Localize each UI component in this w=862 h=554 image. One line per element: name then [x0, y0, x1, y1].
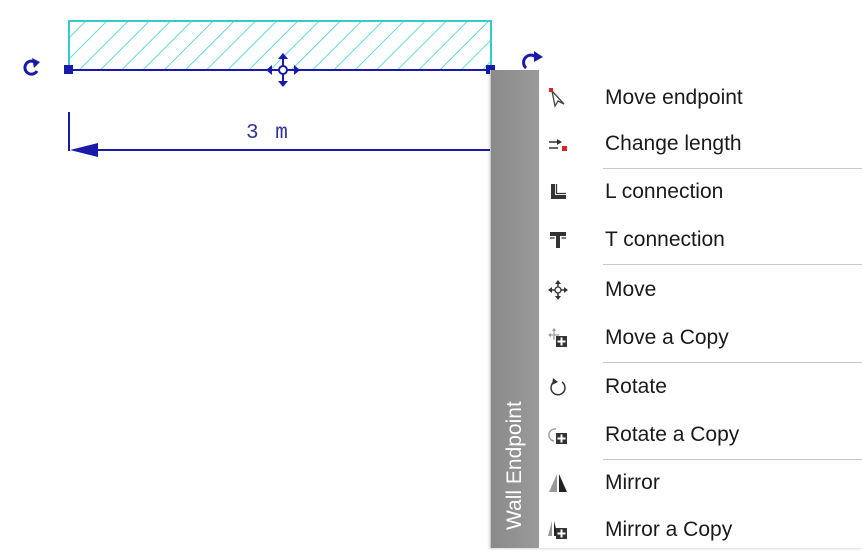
move-endpoint-icon — [548, 88, 568, 108]
menu-item-move-a-copy[interactable]: Move a Copy — [539, 314, 862, 362]
menu-item-mirror-a-copy[interactable]: Mirror a Copy — [539, 506, 862, 554]
dimension-label: 3 m — [246, 122, 290, 145]
menu-item-label: Rotate — [605, 375, 667, 398]
wall-endpoint-context-menu: Wall Endpoint Move endpoint Change lengt… — [490, 70, 862, 548]
menu-item-label: Rotate a Copy — [605, 423, 740, 446]
rotate-grip-left-icon[interactable] — [23, 58, 40, 76]
rotate-icon — [548, 377, 568, 397]
menu-item-label: Move a Copy — [605, 326, 729, 349]
menu-item-label: L connection — [605, 180, 724, 203]
menu-item-label: Mirror a Copy — [605, 518, 733, 541]
menu-item-rotate[interactable]: Rotate — [539, 363, 862, 411]
move-icon — [548, 280, 568, 300]
menu-item-label: Mirror — [605, 471, 660, 494]
menu-item-label: Change length — [605, 132, 742, 155]
menu-item-rotate-a-copy[interactable]: Rotate a Copy — [539, 411, 862, 459]
menu-item-mirror[interactable]: Mirror — [539, 459, 862, 507]
left-endpoint-grip[interactable] — [64, 65, 73, 74]
move-copy-icon — [548, 328, 568, 348]
t-connection-icon — [548, 230, 568, 250]
rotate-grip-right-icon[interactable] — [522, 51, 543, 70]
menu-item-t-connection[interactable]: T connection — [539, 216, 862, 264]
menu-item-label: Move — [605, 278, 657, 301]
selected-wall[interactable] — [68, 20, 492, 71]
menu-item-move-endpoint[interactable]: Move endpoint — [539, 74, 862, 122]
mirror-icon — [548, 473, 568, 493]
menu-item-l-connection[interactable]: L connection — [539, 168, 862, 216]
l-connection-icon — [548, 182, 568, 202]
menu-item-move[interactable]: Move — [539, 266, 862, 314]
menu-title: Wall Endpoint — [503, 401, 526, 530]
menu-separator — [603, 264, 862, 265]
menu-item-label: Move endpoint — [605, 86, 743, 109]
rotate-copy-icon — [548, 425, 568, 445]
mirror-copy-icon — [548, 520, 568, 540]
menu-item-label: T connection — [605, 228, 725, 251]
menu-item-change-length[interactable]: Change length — [539, 120, 862, 168]
menu-side-banner: Wall Endpoint — [491, 70, 539, 548]
change-length-icon — [548, 134, 568, 154]
